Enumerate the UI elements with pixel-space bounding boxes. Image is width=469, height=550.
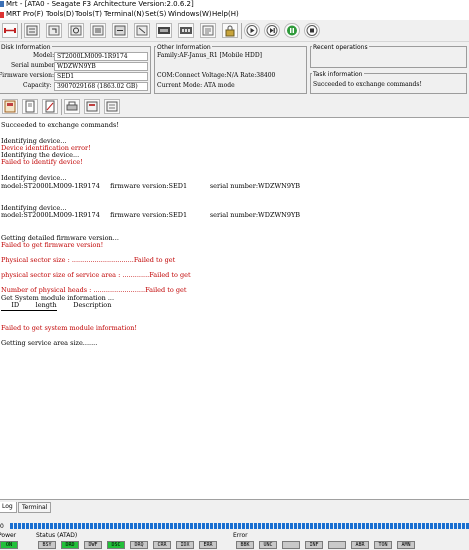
task-info-legend: Task information [312, 71, 364, 78]
toolbar-separator [241, 23, 242, 39]
log-line-error: Failed to identify device! [1, 158, 83, 166]
list-icon[interactable] [104, 99, 120, 114]
tab-log[interactable]: Log [0, 502, 17, 513]
other-info-legend: Other Information [156, 44, 212, 51]
step-icon[interactable] [264, 23, 280, 38]
settings-icon[interactable] [90, 23, 106, 38]
com-text: COM:Connect Voltage:N/A Rate:38400 [157, 72, 276, 79]
log-line: Succeeded to exchange commands! [1, 121, 119, 129]
menu-tools-t[interactable]: Tools(T) [75, 9, 102, 20]
status-register-drd: DRD [61, 541, 79, 549]
log-toolbar [0, 97, 469, 117]
bottom-tabs: Log Terminal [0, 501, 469, 514]
status-register-dsc: DSC [107, 541, 125, 549]
serial-value[interactable]: WDZWN9YB [54, 62, 148, 71]
log-line-error: Failed to get firmware version! [1, 241, 104, 249]
module-icon[interactable] [112, 23, 128, 38]
error-register-blank [282, 541, 300, 549]
error-register-bbk: BBK [236, 541, 254, 549]
menu-set[interactable]: Set(S) [145, 9, 166, 20]
power-label: Power [0, 532, 17, 539]
log-line: Getting service area size....... [1, 339, 98, 347]
family-text: Family:AF-Janus_R1 [Mobile HDD] [157, 52, 262, 59]
task-info-text: Succeeded to exchange commands! [313, 81, 422, 88]
model-value[interactable]: ST2000LM009-1R9174 [54, 52, 148, 61]
progress-label: 0 [0, 523, 4, 530]
memory-icon[interactable] [178, 23, 194, 38]
disk-information-panel: Disk Information Model: ST2000LM009-1R91… [0, 44, 151, 94]
toolbar-separator [61, 99, 62, 115]
read-id-icon[interactable] [24, 23, 40, 38]
hex-icon[interactable] [134, 23, 150, 38]
error-register-inf: INF [305, 541, 323, 549]
stop-icon[interactable] [304, 23, 320, 38]
error-register-ton: TON [374, 541, 392, 549]
copy-icon[interactable] [22, 99, 38, 114]
other-information-panel: Other Information Family:AF-Janus_R1 [Mo… [154, 44, 307, 94]
power-off-icon[interactable] [68, 23, 84, 38]
task-information-panel: Task information Succeeded to exchange c… [310, 71, 467, 94]
power-led: ON [0, 541, 18, 549]
open-icon[interactable] [84, 99, 100, 114]
log-line: model:ST2000LM009-1R9174 firmware versio… [1, 182, 301, 190]
menu-tools-d[interactable]: Tools(D) [46, 9, 74, 20]
progress-fill [10, 523, 469, 529]
log-output[interactable]: Succeeded to exchange commands! Identify… [0, 117, 469, 500]
error-register-unc: UNC [259, 541, 277, 549]
status-register-err: ERR [199, 541, 217, 549]
log-line-error: Physical sector size : .................… [1, 256, 176, 264]
window-title: Mrt - [ATA0 - Seagate F3 Architecture Ve… [6, 0, 194, 8]
log-divider [1, 310, 57, 311]
error-register-blank [328, 541, 346, 549]
toolbar-separator [21, 23, 22, 39]
status-register-idx: IDX [176, 541, 194, 549]
firmware-value[interactable]: SED1 [54, 72, 148, 81]
menu-mrt-pro[interactable]: MRT Pro(F) [6, 9, 44, 20]
connect-icon[interactable] [2, 23, 18, 38]
log-line: Identifying device... [1, 174, 67, 182]
status-register-crr: CRR [153, 541, 171, 549]
menu-terminal[interactable]: Terminal(N) [104, 9, 144, 20]
clear-icon[interactable] [42, 99, 58, 114]
progress-bar [10, 523, 469, 529]
error-label: Error [233, 532, 248, 539]
status-register-drq: DRQ [130, 541, 148, 549]
app-icon [0, 1, 4, 7]
terminal-icon[interactable] [200, 23, 216, 38]
status-register-bsy: BSY [38, 541, 56, 549]
recent-ops-legend: Recent operations [312, 44, 369, 51]
print-icon[interactable] [64, 99, 80, 114]
capacity-label: Capacity: [23, 82, 52, 89]
log-line-error: Failed to get system module information! [1, 324, 138, 332]
menu-help[interactable]: Help(H) [212, 9, 239, 20]
pause-icon[interactable] [284, 23, 300, 38]
error-register-amn: AMN [397, 541, 415, 549]
lock-icon[interactable] [222, 23, 238, 38]
firmware-label: Firmware version: [0, 72, 54, 79]
menu-bar: MRT Pro(F) Tools(D) Tools(T) Terminal(N)… [0, 9, 469, 20]
disk-info-legend: Disk Information [0, 44, 52, 51]
menu-app-icon [0, 12, 4, 18]
main-toolbar [0, 20, 469, 42]
play-icon[interactable] [244, 23, 260, 38]
save-icon[interactable] [2, 99, 18, 114]
recent-operations-panel: Recent operations [310, 44, 467, 68]
log-line-error: Number of physical heads : .............… [1, 286, 187, 294]
progress-row: 0 [0, 522, 469, 531]
model-label: Model: [33, 52, 55, 59]
mode-text: Current Mode: ATA mode [157, 82, 235, 89]
error-register-abr: ABR [351, 541, 369, 549]
log-line: model:ST2000LM009-1R9174 firmware versio… [1, 211, 301, 219]
status-register-dwf: DWF [84, 541, 102, 549]
tools-icon[interactable] [156, 23, 172, 38]
log-line: ID length Description [1, 301, 112, 309]
reset-icon[interactable] [46, 23, 62, 38]
serial-label: Serial number: [11, 62, 57, 69]
status-label: Status (ATAD) [36, 532, 78, 539]
capacity-value[interactable]: 3907029168 (1863.02 GB) [54, 82, 148, 91]
title-bar: Mrt - [ATA0 - Seagate F3 Architecture Ve… [0, 0, 469, 9]
tab-terminal[interactable]: Terminal [18, 502, 52, 513]
log-line-error: physical sector size of service area : .… [1, 271, 191, 279]
menu-windows[interactable]: Windows(W) [168, 9, 212, 20]
